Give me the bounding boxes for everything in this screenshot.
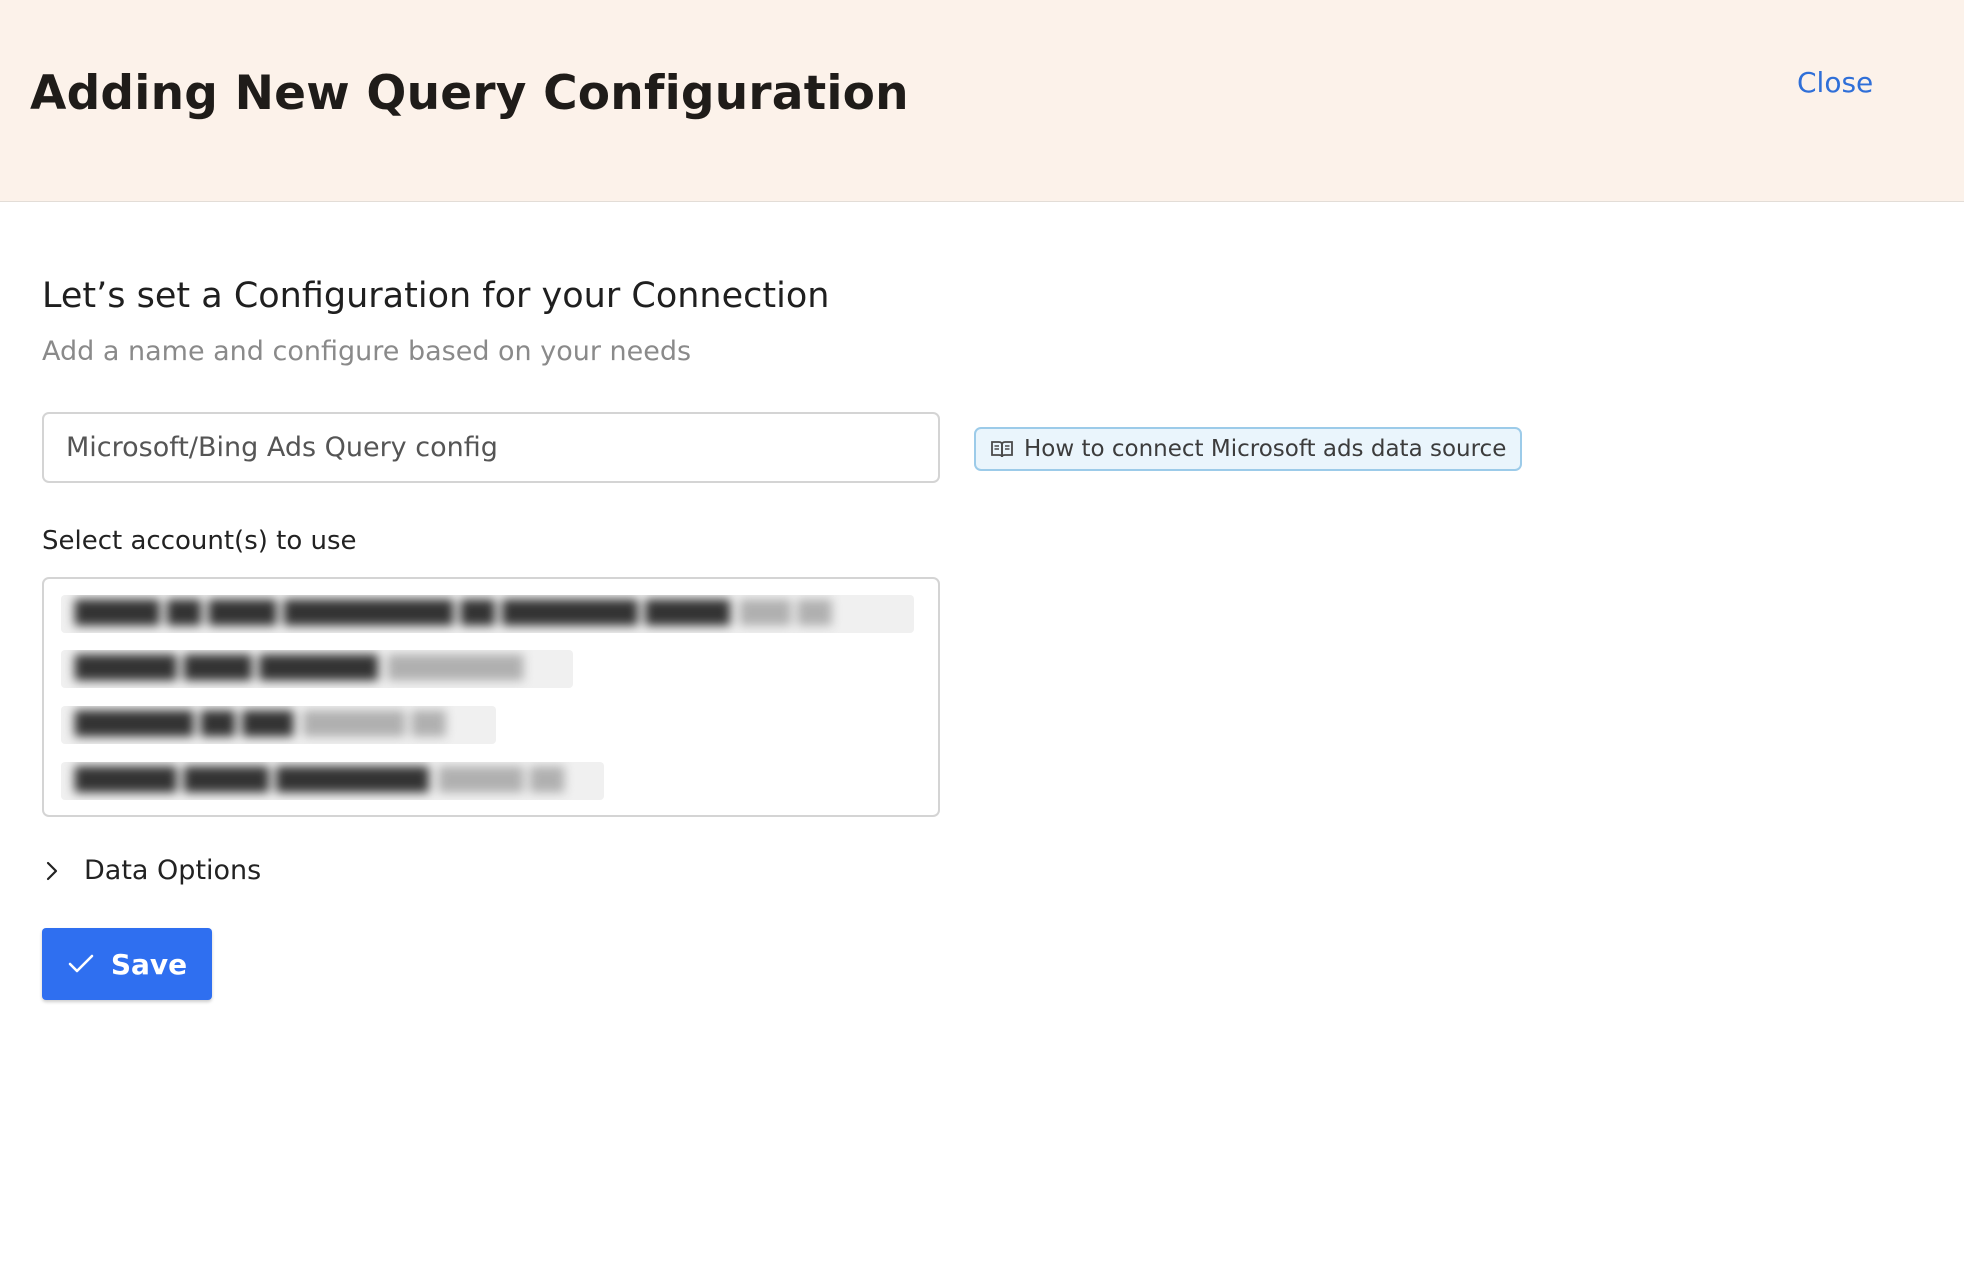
save-button[interactable]: Save	[42, 928, 212, 1000]
redacted-account-name: ██████ ████ ███████ ████████	[75, 656, 524, 681]
redacted-account-name: ██████ █████ █████████ █████ ██	[75, 768, 565, 793]
help-link[interactable]: How to connect Microsoft ads data source	[974, 427, 1523, 471]
modal-header: Adding New Query Configuration Close	[0, 0, 1964, 202]
account-option[interactable]: █████ ██ ████ ██████████ ██ ████████ ███…	[61, 595, 914, 633]
book-icon	[991, 441, 1013, 458]
accounts-select[interactable]: █████ ██ ████ ██████████ ██ ████████ ███…	[42, 577, 940, 817]
data-options-toggle[interactable]: Data Options	[42, 855, 261, 886]
page-title: Adding New Query Configuration	[30, 66, 909, 121]
config-name-input[interactable]	[42, 412, 940, 483]
account-option[interactable]: ███████ ██ ███ ██████ ██	[61, 706, 496, 744]
redacted-account-name: ███████ ██ ███ ██████ ██	[75, 712, 446, 737]
account-option[interactable]: ██████ █████ █████████ █████ ██	[61, 762, 604, 800]
section-title: Let’s set a Configuration for your Conne…	[42, 276, 830, 316]
help-link-label: How to connect Microsoft ads data source	[1024, 436, 1507, 462]
checkmark-icon	[68, 954, 94, 973]
chevron-right-icon	[46, 861, 58, 880]
close-button[interactable]: Close	[1797, 66, 1873, 99]
save-button-label: Save	[110, 947, 188, 981]
accounts-label: Select account(s) to use	[42, 526, 357, 556]
redacted-account-name: █████ ██ ████ ██████████ ██ ████████ ███…	[75, 601, 832, 626]
data-options-label: Data Options	[84, 855, 262, 886]
account-option[interactable]: ██████ ████ ███████ ████████	[61, 650, 573, 688]
section-subtitle: Add a name and configure based on your n…	[42, 336, 692, 367]
